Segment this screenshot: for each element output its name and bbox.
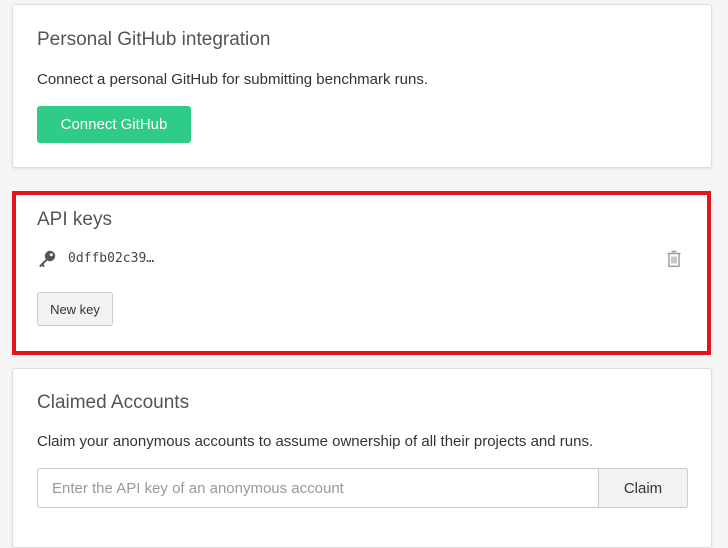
claimed-accounts-card: Claimed Accounts Claim your anonymous ac… (12, 368, 712, 548)
api-keys-title: API keys (37, 209, 112, 230)
anonymous-api-key-input[interactable] (37, 468, 599, 508)
new-key-button[interactable]: New key (37, 292, 113, 326)
connect-github-button[interactable]: Connect GitHub (37, 106, 191, 143)
claim-input-group: Claim (37, 468, 688, 508)
github-integration-title: Personal GitHub integration (37, 29, 271, 50)
key-icon (39, 250, 56, 268)
api-keys-card: API keys 0dffb02c39… New key (12, 191, 711, 355)
trash-icon[interactable] (666, 250, 682, 268)
claimed-accounts-title: Claimed Accounts (37, 392, 190, 413)
claimed-accounts-description: Claim your anonymous accounts to assume … (37, 433, 594, 450)
claim-button[interactable]: Claim (598, 468, 688, 508)
github-integration-description: Connect a personal GitHub for submitting… (37, 71, 429, 88)
github-integration-card: Personal GitHub integration Connect a pe… (12, 4, 712, 168)
api-key-row: 0dffb02c39… (37, 249, 687, 271)
api-key-value: 0dffb02c39… (68, 251, 155, 266)
